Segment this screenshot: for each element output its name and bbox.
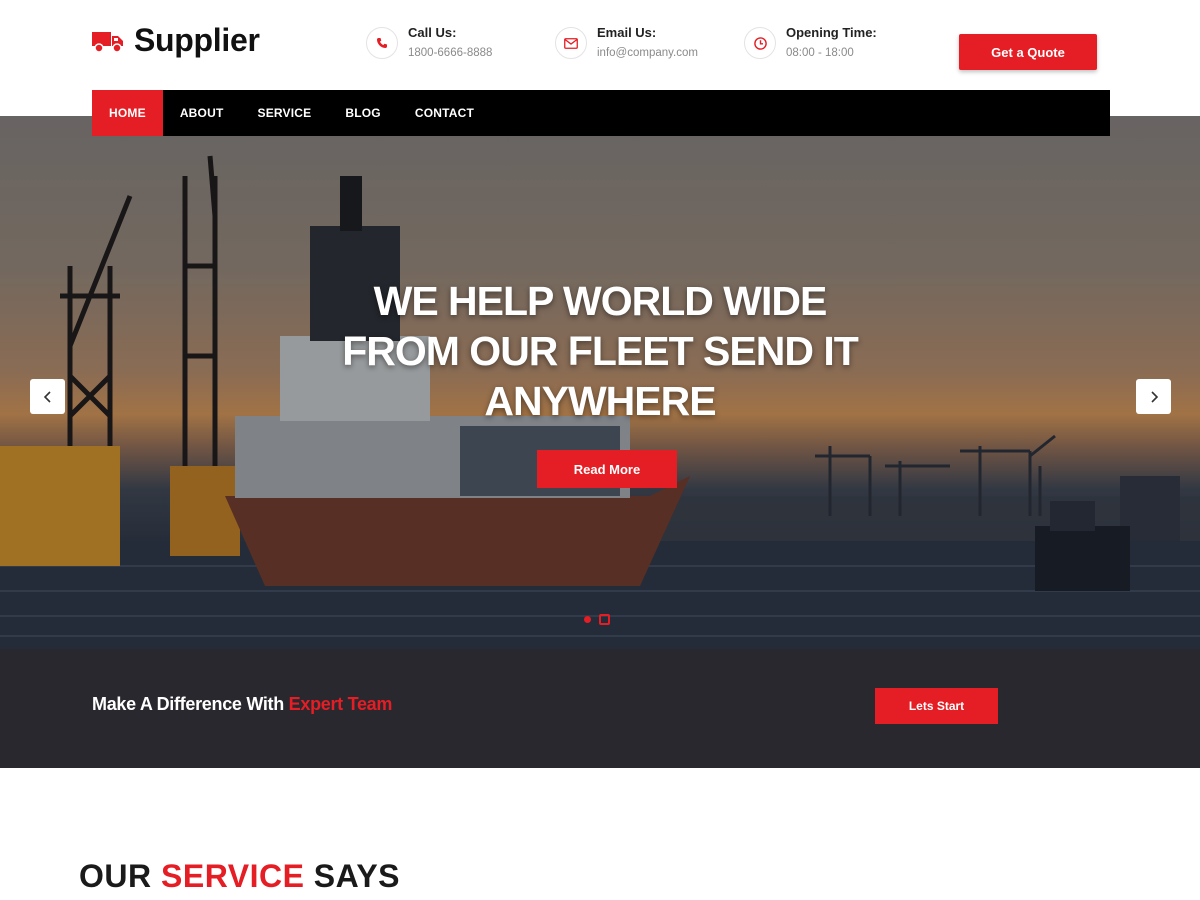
slider-prev-button[interactable] [30,379,65,414]
section-title-part: SAYS [313,858,400,894]
section-title-part: OUR [79,858,152,894]
section-title: OUR SERVICE SAYS [79,858,400,895]
contact-phone: Call Us: 1800-6666-8888 [366,24,492,60]
hero-headline-line: FROM OUR FLEET SEND IT [342,328,859,374]
nav-blog[interactable]: BLOG [328,90,397,136]
nav-service[interactable]: SERVICE [240,90,328,136]
chevron-right-icon [1150,390,1158,403]
get-quote-button[interactable]: Get a Quote [959,34,1097,70]
cta-text-plain: Make A Difference With [92,694,284,714]
chevron-left-icon [43,390,51,403]
slider-next-button[interactable] [1136,379,1171,414]
section-title-accent: SERVICE [161,858,305,894]
cta-text: Make A Difference With Expert Team [92,694,392,715]
contact-value[interactable]: info@company.com [597,46,698,60]
contact-label: Call Us: [408,25,457,40]
read-more-button[interactable]: Read More [537,450,677,488]
nav-contact[interactable]: CONTACT [398,90,491,136]
mail-icon [555,27,587,59]
contact-label: Email Us: [597,25,657,40]
phone-icon [366,27,398,59]
contact-email: Email Us: info@company.com [555,24,698,60]
cta-text-accent: Expert Team [288,694,393,714]
nav-home[interactable]: HOME [92,90,163,136]
main-nav: HOME ABOUT SERVICE BLOG CONTACT [92,90,1110,136]
contact-label: Opening Time: [786,25,877,40]
hero-headline: WE HELP WORLD WIDE FROM OUR FLEET SEND I… [300,276,900,426]
slider-dot[interactable] [584,616,591,623]
slider-pagination [584,614,610,625]
lets-start-button[interactable]: Lets Start [875,688,998,724]
hero-headline-line: ANYWHERE [484,378,716,424]
logo[interactable]: Supplier [92,22,260,59]
clock-icon [744,27,776,59]
logo-text: Supplier [134,22,260,58]
truck-icon [92,31,123,53]
slider-dot-active[interactable] [599,614,610,625]
contact-hours: Opening Time: 08:00 - 18:00 [744,24,877,60]
contact-value: 08:00 - 18:00 [786,47,854,59]
hero-slider: WE HELP WORLD WIDE FROM OUR FLEET SEND I… [0,116,1200,649]
nav-about[interactable]: ABOUT [163,90,241,136]
contact-value: 1800-6666-8888 [408,47,493,59]
hero-headline-line: WE HELP WORLD WIDE [373,278,828,324]
page: Supplier Call Us: 1800-6666-8888 Email U… [0,0,1200,900]
